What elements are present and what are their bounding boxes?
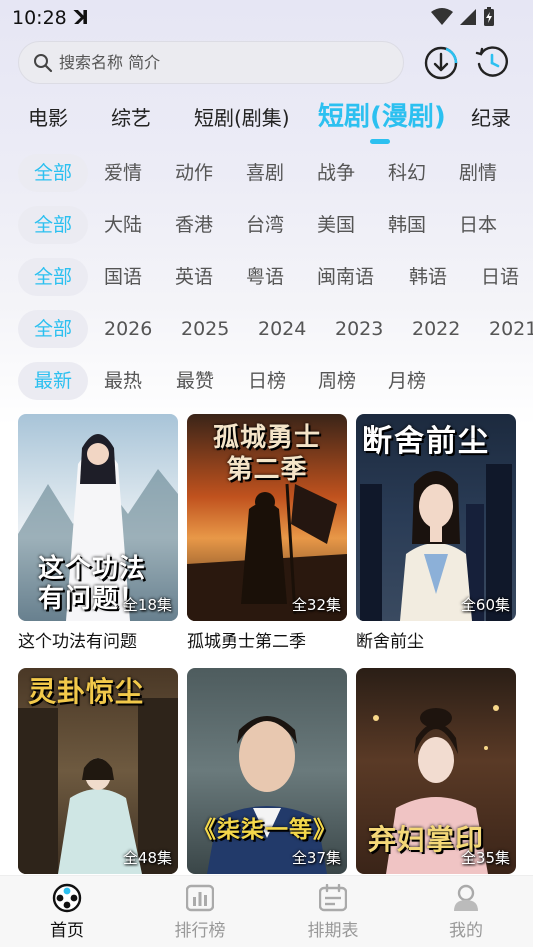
nav-home[interactable]: 首页 — [27, 882, 107, 941]
filter-language-all[interactable]: 全部 — [18, 258, 89, 296]
drama-card[interactable]: 《柒柒一等》 全37集 — [187, 668, 347, 874]
history-icon[interactable] — [474, 44, 510, 80]
episode-count: 全32集 — [291, 596, 341, 614]
filter-row-language: 全部 国语 英语 粤语 闽南语 韩语 日语 — [0, 258, 533, 296]
episode-count: 全60集 — [460, 596, 510, 614]
filter-genre-scifi[interactable]: 科幻 — [388, 154, 426, 192]
filter-genre-war[interactable]: 战争 — [317, 154, 355, 192]
filter-genre-romance[interactable]: 爱情 — [104, 154, 142, 192]
poster-image[interactable]: 灵卦惊尘 全48集 — [18, 668, 178, 874]
filter-language-mandarin[interactable]: 国语 — [104, 258, 142, 296]
poster-image[interactable]: 《柒柒一等》 全37集 — [187, 668, 347, 874]
search-input[interactable] — [59, 53, 359, 72]
nav-label: 排行榜 — [174, 921, 226, 941]
search-icon — [34, 53, 53, 72]
filter-year-all[interactable]: 全部 — [18, 310, 89, 348]
drama-card[interactable]: 弃妇掌印 全35集 — [356, 668, 516, 874]
nav-ranking[interactable]: 排行榜 — [160, 882, 240, 941]
filter-region-usa[interactable]: 美国 — [317, 206, 355, 244]
status-icons — [431, 7, 495, 27]
tab-active-indicator — [370, 139, 390, 144]
filter-region-hongkong[interactable]: 香港 — [175, 206, 213, 244]
filter-genre-all[interactable]: 全部 — [18, 154, 89, 192]
episode-count: 全35集 — [460, 849, 510, 867]
filter-year-2021[interactable]: 2021 — [489, 310, 533, 348]
channel-tabs: 电影 综艺 短剧(剧集) 短剧(漫剧) 纪录 — [0, 96, 533, 146]
poster-title-art: 孤城勇士 第二季 — [212, 423, 321, 485]
tab-short-drama-series[interactable]: 短剧(剧集) — [194, 102, 290, 131]
card-title: 孤城勇士第二季 — [187, 632, 306, 652]
nav-label: 排期表 — [307, 921, 359, 941]
filter-genre-comedy[interactable]: 喜剧 — [246, 154, 284, 192]
signal-icon — [460, 9, 476, 25]
battery-icon — [484, 7, 494, 26]
episode-count: 全18集 — [122, 596, 172, 614]
card-title: 断舍前尘 — [356, 632, 424, 652]
filter-row-genre: 全部 爱情 动作 喜剧 战争 科幻 剧情 — [0, 154, 533, 192]
episode-count: 全48集 — [122, 849, 172, 867]
nav-label: 首页 — [50, 921, 84, 941]
filter-year-2026[interactable]: 2026 — [104, 310, 152, 348]
tab-documentary[interactable]: 纪录 — [471, 102, 511, 131]
filter-region-korea[interactable]: 韩国 — [388, 206, 426, 244]
filter-language-cantonese[interactable]: 粤语 — [246, 258, 284, 296]
status-bar: 10:28 ꓘ — [0, 0, 533, 36]
download-icon[interactable] — [423, 44, 459, 80]
filter-row-sort: 最新 最热 最赞 日榜 周榜 月榜 — [0, 362, 533, 400]
sort-monthly[interactable]: 月榜 — [388, 362, 426, 400]
drama-card[interactable]: 孤城勇士 第二季 全32集 孤城勇士第二季 — [187, 414, 347, 652]
filter-language-japanese[interactable]: 日语 — [481, 258, 519, 296]
filter-year-2024[interactable]: 2024 — [258, 310, 306, 348]
filter-region-japan[interactable]: 日本 — [459, 206, 497, 244]
card-title: 这个功法有问题 — [18, 632, 137, 652]
status-time: 10:28 — [12, 7, 67, 29]
filter-genre-action[interactable]: 动作 — [175, 154, 213, 192]
poster-image[interactable]: 弃妇掌印 全35集 — [356, 668, 516, 874]
poster-title-art: 灵卦惊尘 — [28, 675, 145, 708]
drama-card[interactable]: 断舍前尘 全60集 断舍前尘 — [356, 414, 516, 652]
calendar-icon — [319, 884, 347, 912]
nav-profile[interactable]: 我的 — [426, 882, 506, 941]
episode-count: 全37集 — [291, 849, 341, 867]
filter-region-mainland[interactable]: 大陆 — [104, 206, 142, 244]
sort-daily[interactable]: 日榜 — [248, 362, 286, 400]
filter-year-2025[interactable]: 2025 — [181, 310, 229, 348]
nav-schedule[interactable]: 排期表 — [293, 882, 373, 941]
filter-genre-drama[interactable]: 剧情 — [459, 154, 497, 192]
nav-label: 我的 — [449, 921, 483, 941]
poster-title-art: 《柒柒一等》 — [193, 816, 337, 843]
notification-icon: ꓘ — [74, 7, 89, 29]
poster-image[interactable]: 断舍前尘 全60集 — [356, 414, 516, 621]
sort-weekly[interactable]: 周榜 — [318, 362, 356, 400]
poster-image[interactable]: 这个功法 有问题！ 全18集 — [18, 414, 178, 621]
sort-latest[interactable]: 最新 — [18, 362, 89, 400]
bar-chart-icon — [186, 884, 214, 912]
filter-region-all[interactable]: 全部 — [18, 206, 89, 244]
poster-title-art: 断舍前尘 — [362, 424, 490, 459]
tab-short-drama-anime[interactable]: 短剧(漫剧) — [318, 96, 446, 133]
user-icon — [454, 884, 478, 911]
filter-row-year: 全部 2026 2025 2024 2023 2022 2021 — [0, 310, 533, 348]
tab-variety[interactable]: 综艺 — [111, 102, 151, 131]
drama-card[interactable]: 灵卦惊尘 全48集 — [18, 668, 178, 874]
search-bar[interactable] — [18, 41, 404, 84]
sort-hottest[interactable]: 最热 — [104, 362, 142, 400]
drama-card[interactable]: 这个功法 有问题！ 全18集 这个功法有问题 — [18, 414, 178, 652]
sort-most-liked[interactable]: 最赞 — [176, 362, 214, 400]
filter-language-english[interactable]: 英语 — [175, 258, 213, 296]
film-reel-icon — [52, 883, 82, 913]
filter-language-korean[interactable]: 韩语 — [409, 258, 447, 296]
filter-region-taiwan[interactable]: 台湾 — [246, 206, 284, 244]
filter-year-2022[interactable]: 2022 — [412, 310, 460, 348]
filter-year-2023[interactable]: 2023 — [335, 310, 383, 348]
bottom-nav: 首页 排行榜 排期表 我的 — [0, 875, 533, 947]
filter-language-minnan[interactable]: 闽南语 — [317, 258, 374, 296]
poster-image[interactable]: 孤城勇士 第二季 全32集 — [187, 414, 347, 621]
wifi-icon — [431, 8, 453, 25]
tab-movie[interactable]: 电影 — [28, 102, 68, 131]
filter-row-region: 全部 大陆 香港 台湾 美国 韩国 日本 — [0, 206, 533, 244]
